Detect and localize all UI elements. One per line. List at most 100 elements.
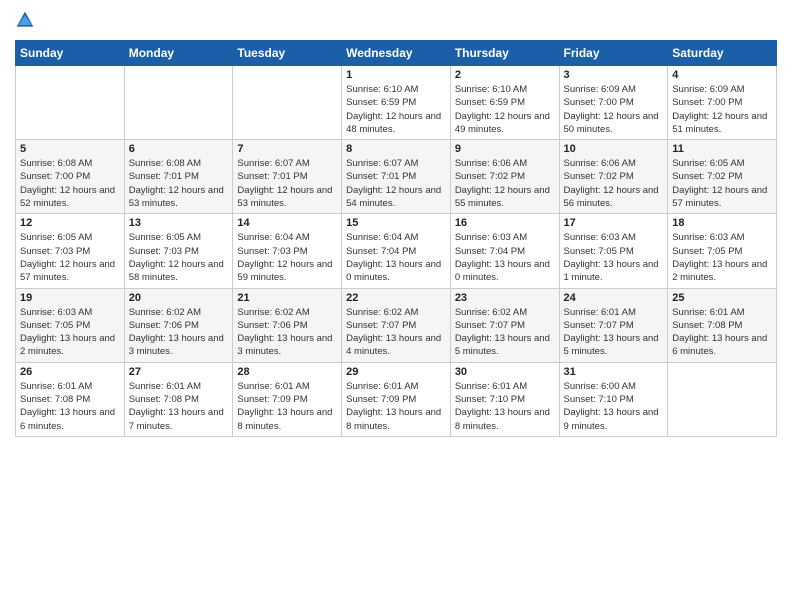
header (15, 10, 777, 32)
day-info: Sunrise: 6:05 AM Sunset: 7:03 PM Dayligh… (129, 231, 229, 284)
calendar-table: Sunday Monday Tuesday Wednesday Thursday… (15, 40, 777, 437)
calendar-cell: 26 Sunrise: 6:01 AM Sunset: 7:08 PM Dayli… (16, 362, 125, 436)
day-info: Sunrise: 6:10 AM Sunset: 6:59 PM Dayligh… (455, 83, 555, 136)
calendar-cell (16, 66, 125, 140)
calendar-cell: 12 Sunrise: 6:05 AM Sunset: 7:03 PM Dayli… (16, 214, 125, 288)
header-monday: Monday (124, 41, 233, 66)
day-info: Sunrise: 6:01 AM Sunset: 7:08 PM Dayligh… (672, 306, 772, 359)
day-info: Sunrise: 6:01 AM Sunset: 7:09 PM Dayligh… (237, 380, 337, 433)
day-info: Sunrise: 6:01 AM Sunset: 7:08 PM Dayligh… (129, 380, 229, 433)
calendar-cell: 6 Sunrise: 6:08 AM Sunset: 7:01 PM Daylig… (124, 140, 233, 214)
day-number: 26 (20, 366, 120, 378)
day-number: 14 (237, 217, 337, 229)
calendar-week-3: 12 Sunrise: 6:05 AM Sunset: 7:03 PM Dayli… (16, 214, 777, 288)
day-info: Sunrise: 6:06 AM Sunset: 7:02 PM Dayligh… (455, 157, 555, 210)
day-number: 6 (129, 143, 229, 155)
calendar-cell: 25 Sunrise: 6:01 AM Sunset: 7:08 PM Dayli… (668, 288, 777, 362)
day-info: Sunrise: 6:07 AM Sunset: 7:01 PM Dayligh… (346, 157, 446, 210)
calendar-cell: 22Sunrise: 6:02 AM Sunset: 7:07 PM Dayli… (342, 288, 451, 362)
calendar-cell: 17 Sunrise: 6:03 AM Sunset: 7:05 PM Dayli… (559, 214, 668, 288)
day-number: 29 (346, 366, 446, 378)
calendar-cell: 9 Sunrise: 6:06 AM Sunset: 7:02 PM Daylig… (450, 140, 559, 214)
calendar-cell: 29 Sunrise: 6:01 AM Sunset: 7:09 PM Dayli… (342, 362, 451, 436)
calendar-cell: 8 Sunrise: 6:07 AM Sunset: 7:01 PM Daylig… (342, 140, 451, 214)
day-info: Sunrise: 6:02 AM Sunset: 7:07 PM Dayligh… (346, 306, 446, 359)
day-number: 8 (346, 143, 446, 155)
day-info: Sunrise: 6:03 AM Sunset: 7:04 PM Dayligh… (455, 231, 555, 284)
day-number: 20 (129, 292, 229, 304)
calendar-cell: 2 Sunrise: 6:10 AM Sunset: 6:59 PM Daylig… (450, 66, 559, 140)
calendar-cell: 13 Sunrise: 6:05 AM Sunset: 7:03 PM Dayli… (124, 214, 233, 288)
day-number: 19 (20, 292, 120, 304)
calendar-cell: 30Sunrise: 6:01 AM Sunset: 7:10 PM Dayli… (450, 362, 559, 436)
weekday-header-row: Sunday Monday Tuesday Wednesday Thursday… (16, 41, 777, 66)
header-sunday: Sunday (16, 41, 125, 66)
calendar-cell: 3Sunrise: 6:09 AM Sunset: 7:00 PM Daylig… (559, 66, 668, 140)
calendar-cell: 1 Sunrise: 6:10 AM Sunset: 6:59 PM Daylig… (342, 66, 451, 140)
day-info: Sunrise: 6:10 AM Sunset: 6:59 PM Dayligh… (346, 83, 446, 136)
day-number: 5 (20, 143, 120, 155)
calendar-cell: 19Sunrise: 6:03 AM Sunset: 7:05 PM Dayli… (16, 288, 125, 362)
header-tuesday: Tuesday (233, 41, 342, 66)
day-info: Sunrise: 6:07 AM Sunset: 7:01 PM Dayligh… (237, 157, 337, 210)
day-number: 28 (237, 366, 337, 378)
calendar-cell: 4 Sunrise: 6:09 AM Sunset: 7:00 PM Daylig… (668, 66, 777, 140)
day-info: Sunrise: 6:03 AM Sunset: 7:05 PM Dayligh… (672, 231, 772, 284)
day-info: Sunrise: 6:06 AM Sunset: 7:02 PM Dayligh… (564, 157, 664, 210)
day-number: 17 (564, 217, 664, 229)
day-info: Sunrise: 6:01 AM Sunset: 7:07 PM Dayligh… (564, 306, 664, 359)
day-number: 21 (237, 292, 337, 304)
header-saturday: Saturday (668, 41, 777, 66)
day-number: 16 (455, 217, 555, 229)
calendar-cell: 18 Sunrise: 6:03 AM Sunset: 7:05 PM Dayli… (668, 214, 777, 288)
day-info: Sunrise: 6:03 AM Sunset: 7:05 PM Dayligh… (564, 231, 664, 284)
calendar-cell: 5 Sunrise: 6:08 AM Sunset: 7:00 PM Daylig… (16, 140, 125, 214)
calendar-cell: 31 Sunrise: 6:00 AM Sunset: 7:10 PM Dayli… (559, 362, 668, 436)
day-number: 24 (564, 292, 664, 304)
day-info: Sunrise: 6:05 AM Sunset: 7:03 PM Dayligh… (20, 231, 120, 284)
day-info: Sunrise: 6:00 AM Sunset: 7:10 PM Dayligh… (564, 380, 664, 433)
calendar-week-5: 26 Sunrise: 6:01 AM Sunset: 7:08 PM Dayli… (16, 362, 777, 436)
day-number: 30 (455, 366, 555, 378)
header-wednesday: Wednesday (342, 41, 451, 66)
day-number: 12 (20, 217, 120, 229)
calendar-cell: 7Sunrise: 6:07 AM Sunset: 7:01 PM Daylig… (233, 140, 342, 214)
calendar-cell (668, 362, 777, 436)
day-number: 10 (564, 143, 664, 155)
day-info: Sunrise: 6:09 AM Sunset: 7:00 PM Dayligh… (564, 83, 664, 136)
day-info: Sunrise: 6:02 AM Sunset: 7:07 PM Dayligh… (455, 306, 555, 359)
logo-icon (15, 10, 35, 30)
day-info: Sunrise: 6:05 AM Sunset: 7:02 PM Dayligh… (672, 157, 772, 210)
day-info: Sunrise: 6:01 AM Sunset: 7:08 PM Dayligh… (20, 380, 120, 433)
day-number: 4 (672, 69, 772, 81)
day-number: 25 (672, 292, 772, 304)
day-info: Sunrise: 6:02 AM Sunset: 7:06 PM Dayligh… (237, 306, 337, 359)
day-info: Sunrise: 6:09 AM Sunset: 7:00 PM Dayligh… (672, 83, 772, 136)
calendar-week-2: 5 Sunrise: 6:08 AM Sunset: 7:00 PM Daylig… (16, 140, 777, 214)
day-number: 2 (455, 69, 555, 81)
calendar-week-4: 19Sunrise: 6:03 AM Sunset: 7:05 PM Dayli… (16, 288, 777, 362)
day-number: 9 (455, 143, 555, 155)
day-info: Sunrise: 6:04 AM Sunset: 7:04 PM Dayligh… (346, 231, 446, 284)
calendar-cell: 10 Sunrise: 6:06 AM Sunset: 7:02 PM Dayli… (559, 140, 668, 214)
day-number: 13 (129, 217, 229, 229)
day-number: 15 (346, 217, 446, 229)
header-thursday: Thursday (450, 41, 559, 66)
calendar-cell (233, 66, 342, 140)
day-number: 11 (672, 143, 772, 155)
day-number: 27 (129, 366, 229, 378)
day-info: Sunrise: 6:01 AM Sunset: 7:09 PM Dayligh… (346, 380, 446, 433)
calendar-cell: 20 Sunrise: 6:02 AM Sunset: 7:06 PM Dayli… (124, 288, 233, 362)
calendar-cell: 16 Sunrise: 6:03 AM Sunset: 7:04 PM Dayli… (450, 214, 559, 288)
day-info: Sunrise: 6:02 AM Sunset: 7:06 PM Dayligh… (129, 306, 229, 359)
day-number: 31 (564, 366, 664, 378)
calendar-cell: 15 Sunrise: 6:04 AM Sunset: 7:04 PM Dayli… (342, 214, 451, 288)
logo (15, 10, 35, 32)
day-info: Sunrise: 6:04 AM Sunset: 7:03 PM Dayligh… (237, 231, 337, 284)
day-info: Sunrise: 6:08 AM Sunset: 7:00 PM Dayligh… (20, 157, 120, 210)
calendar-cell: 14 Sunrise: 6:04 AM Sunset: 7:03 PM Dayli… (233, 214, 342, 288)
day-number: 18 (672, 217, 772, 229)
day-number: 1 (346, 69, 446, 81)
day-info: Sunrise: 6:08 AM Sunset: 7:01 PM Dayligh… (129, 157, 229, 210)
calendar-week-1: 1 Sunrise: 6:10 AM Sunset: 6:59 PM Daylig… (16, 66, 777, 140)
